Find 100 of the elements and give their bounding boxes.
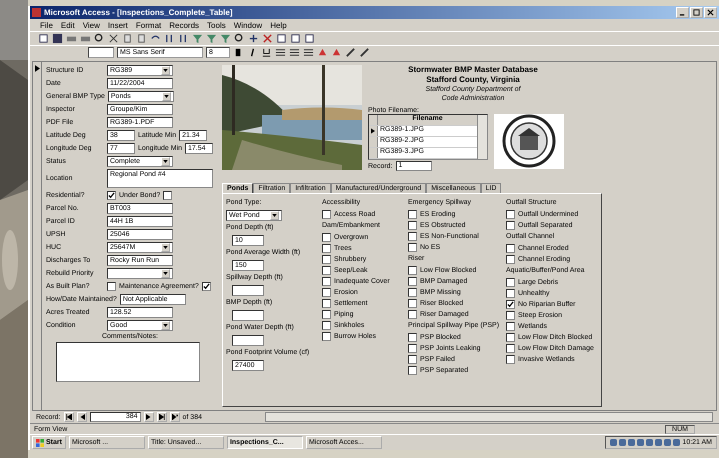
search-icon[interactable] (94, 33, 105, 44)
window-icon[interactable] (304, 33, 315, 44)
menu-item[interactable]: Insert (108, 20, 128, 30)
menu-item[interactable]: Format (136, 20, 162, 30)
checkbox[interactable] (107, 282, 116, 291)
checkbox[interactable] (322, 277, 331, 286)
window-title: Microsoft Access - [Inspections_Complete_Table] (44, 8, 232, 17)
checkbox[interactable] (506, 210, 515, 219)
checkbox[interactable] (322, 310, 331, 319)
checkbox[interactable] (408, 221, 417, 230)
underline-icon[interactable] (261, 47, 272, 58)
close-icon (707, 9, 714, 16)
minimize-button[interactable] (676, 7, 689, 18)
window-icon[interactable] (276, 33, 287, 44)
dropdown-arrow-icon (161, 157, 170, 166)
text-field[interactable] (232, 335, 264, 346)
checkbox[interactable] (107, 191, 116, 200)
doc-icon[interactable] (38, 33, 49, 44)
menu-item[interactable]: Tools (207, 20, 226, 30)
object-combo[interactable] (88, 47, 114, 58)
dropdown-field[interactable] (107, 268, 173, 279)
checkbox[interactable] (322, 244, 331, 253)
menu-item[interactable]: Records (169, 20, 200, 30)
align-icon[interactable] (289, 47, 300, 58)
text-field[interactable] (232, 310, 264, 321)
maximize-button[interactable] (690, 7, 703, 18)
checkbox[interactable] (408, 232, 417, 241)
checkbox[interactable] (408, 333, 417, 342)
checkbox[interactable] (506, 300, 515, 309)
record-selector[interactable] (33, 62, 42, 410)
checkbox[interactable] (322, 210, 331, 219)
first-record-button[interactable] (64, 412, 74, 422)
checkbox[interactable] (506, 289, 515, 298)
menu-item[interactable]: Edit (60, 20, 75, 30)
maximize-icon (693, 9, 700, 16)
menu-item[interactable]: Window (234, 20, 262, 30)
checkbox[interactable] (506, 255, 515, 264)
seal-drawing (494, 114, 564, 169)
align-icon[interactable] (303, 47, 314, 58)
line-icon[interactable] (345, 47, 356, 58)
header-title: Stormwater BMP Master Database (408, 65, 538, 75)
previous-record-button[interactable] (76, 412, 87, 422)
checkbox[interactable] (322, 321, 331, 330)
header-title: Stafford County, Virginia (426, 75, 520, 85)
dropdown-arrow-icon (161, 321, 170, 330)
row-selector[interactable] (369, 126, 378, 136)
windows-flag-icon (36, 438, 44, 446)
checkbox[interactable] (408, 210, 417, 219)
checkbox[interactable] (506, 333, 515, 342)
align-icon[interactable] (275, 47, 286, 58)
checkbox[interactable] (322, 299, 331, 308)
checkbox[interactable] (506, 221, 515, 230)
comments-field[interactable] (56, 342, 200, 382)
menu-item[interactable]: File (40, 20, 53, 30)
checkbox[interactable] (408, 266, 417, 275)
checkbox[interactable] (322, 288, 331, 297)
save-icon[interactable] (52, 33, 63, 44)
next-record-button[interactable] (144, 412, 154, 422)
checkbox[interactable] (322, 266, 331, 275)
cut-icon[interactable] (108, 33, 119, 44)
checkbox[interactable] (506, 355, 515, 364)
dropdown-arrow-icon (270, 211, 279, 220)
checkbox[interactable] (506, 344, 515, 353)
filter-icon[interactable] (206, 33, 217, 44)
checkbox[interactable] (408, 344, 417, 353)
checkbox[interactable] (408, 355, 417, 364)
paste-icon[interactable] (136, 33, 147, 44)
scrollbar[interactable] (477, 115, 487, 159)
search-icon[interactable] (234, 33, 245, 44)
checkbox[interactable] (322, 255, 331, 264)
checkbox[interactable] (506, 311, 515, 320)
close-button[interactable] (704, 7, 717, 18)
checkbox[interactable] (408, 243, 417, 252)
checkbox[interactable] (322, 233, 331, 242)
menu-item[interactable]: View (82, 20, 100, 30)
last-record-button[interactable] (156, 412, 167, 422)
window-icon[interactable] (290, 33, 301, 44)
dropdown-arrow-icon (161, 66, 170, 75)
delete-icon[interactable] (262, 33, 273, 44)
scrollbar[interactable] (264, 412, 713, 422)
checkbox[interactable] (408, 277, 417, 286)
checkbox[interactable] (408, 310, 417, 319)
checkbox[interactable] (163, 191, 172, 200)
new-record-button[interactable] (170, 412, 180, 422)
copy-icon[interactable] (122, 33, 133, 44)
text-field[interactable] (232, 285, 264, 296)
checkbox[interactable] (408, 299, 417, 308)
arrow-icon (34, 65, 40, 72)
checkbox[interactable] (506, 244, 515, 253)
checkbox[interactable] (202, 282, 211, 291)
dropdown-arrow-icon (161, 243, 170, 252)
checkbox[interactable] (322, 332, 331, 341)
new-icon[interactable] (248, 33, 259, 44)
checkbox[interactable] (506, 322, 515, 331)
line-icon[interactable] (359, 47, 370, 58)
dropdown-arrow-icon (162, 92, 171, 101)
menu-item[interactable]: Help (270, 20, 287, 30)
checkbox[interactable] (506, 278, 515, 287)
checkbox[interactable] (408, 288, 417, 297)
checkbox[interactable] (408, 366, 417, 375)
